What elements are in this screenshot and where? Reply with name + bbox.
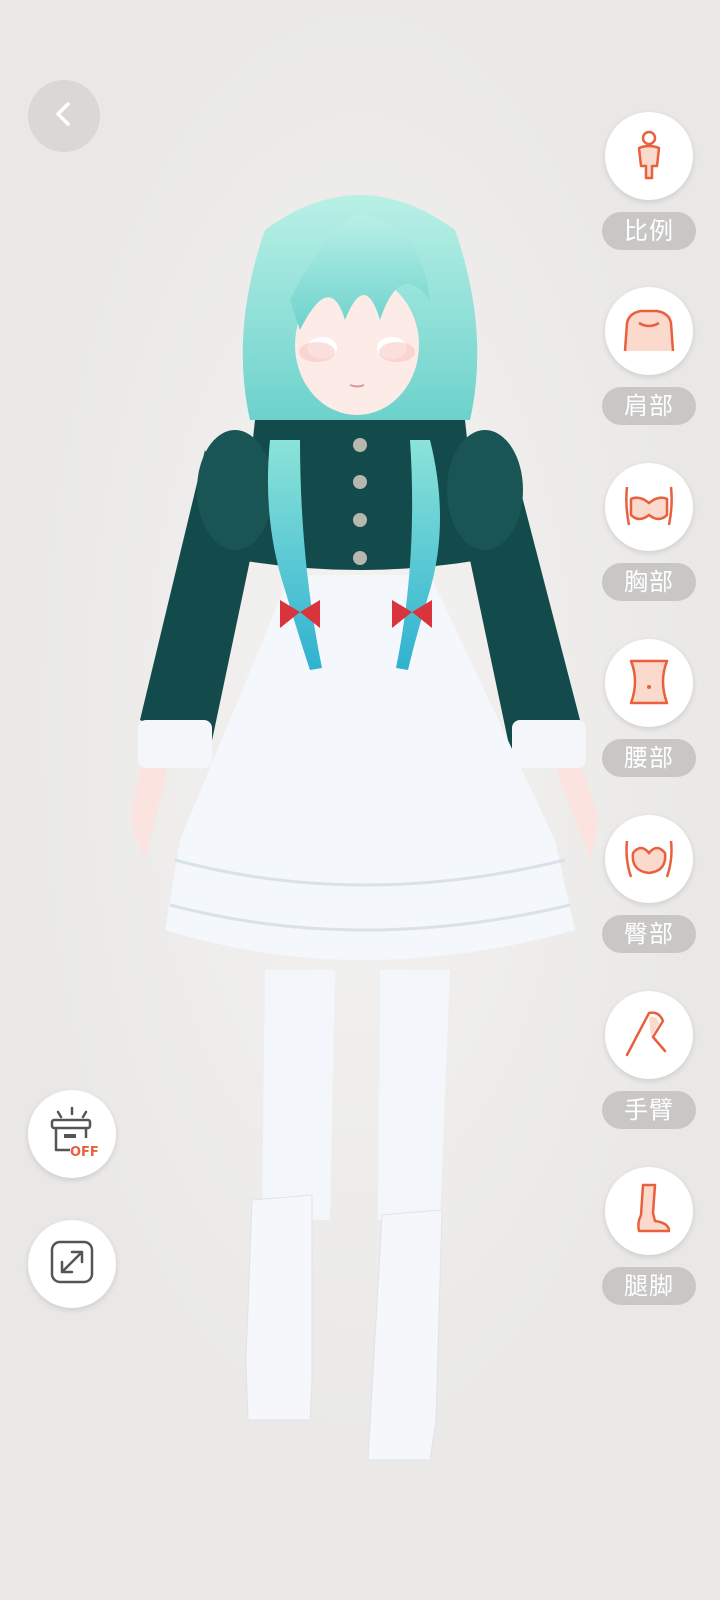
body-part-leg-foot-button[interactable] (605, 1167, 693, 1255)
arm-icon (619, 1003, 679, 1067)
body-part-chest-button[interactable] (605, 463, 693, 551)
light-toggle-button[interactable]: OFF (28, 1090, 116, 1178)
body-part-arm-button[interactable] (605, 991, 693, 1079)
waist-icon (619, 651, 679, 715)
body-part-label: 腿脚 (602, 1267, 696, 1305)
avatar-cuff-right (512, 720, 586, 768)
body-part-arm[interactable]: 手臂 (600, 991, 698, 1161)
body-part-chest[interactable]: 胸部 (600, 463, 698, 633)
avatar-boot-left (245, 1194, 313, 1421)
body-part-waist[interactable]: 腰部 (600, 639, 698, 809)
body-part-label: 肩部 (602, 387, 696, 425)
body-part-label: 手臂 (602, 1091, 696, 1129)
body-part-leg-foot[interactable]: 腿脚 (600, 1167, 698, 1337)
expand-icon (48, 1238, 96, 1290)
body-part-label: 臀部 (602, 915, 696, 953)
body-part-shoulder[interactable]: 肩部 (600, 287, 698, 457)
lamp-off-icon: OFF (44, 1104, 100, 1164)
chest-icon (619, 475, 679, 539)
body-part-hip-button[interactable] (605, 815, 693, 903)
body-part-waist-button[interactable] (605, 639, 693, 727)
fullscreen-button[interactable] (28, 1220, 116, 1308)
avatar-leg-left (262, 970, 335, 1220)
body-part-proportion[interactable]: 比例 (600, 112, 698, 282)
back-button[interactable] (28, 80, 100, 152)
shoulder-icon (619, 299, 679, 363)
body-part-hip[interactable]: 臀部 (600, 815, 698, 985)
avatar-leg-right (378, 970, 450, 1220)
chevron-left-icon (49, 99, 79, 133)
body-part-label: 腰部 (602, 739, 696, 777)
body-part-label: 比例 (602, 212, 696, 250)
leg-foot-icon (619, 1179, 679, 1243)
body-part-shoulder-button[interactable] (605, 287, 693, 375)
hip-icon (619, 827, 679, 891)
body-part-proportion-button[interactable] (605, 112, 693, 200)
avatar-cuff-left (138, 720, 212, 768)
light-toggle-badge: OFF (70, 1145, 99, 1160)
body-proportion-icon (621, 126, 677, 186)
body-part-label: 胸部 (602, 563, 696, 601)
